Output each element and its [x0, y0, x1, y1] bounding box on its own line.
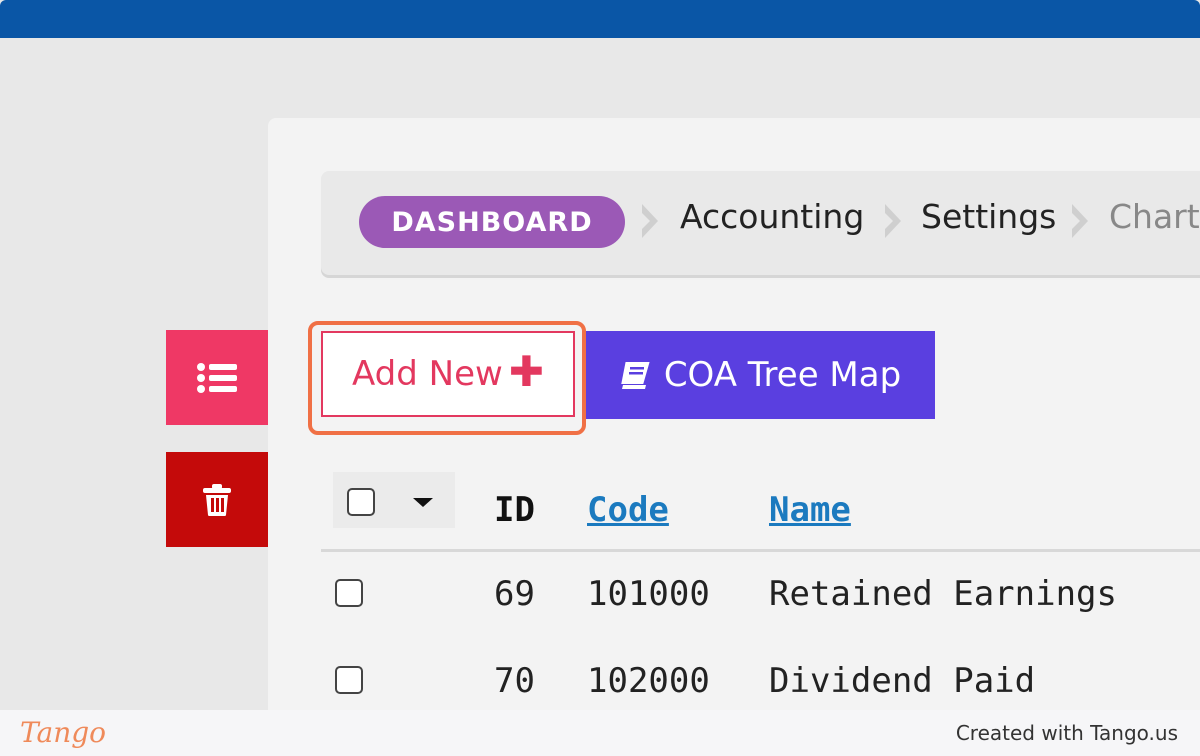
- add-new-button[interactable]: Add New ✚: [321, 331, 575, 417]
- list-icon: [197, 362, 237, 393]
- breadcrumb-item-chart[interactable]: Chart: [1109, 197, 1200, 236]
- column-header-code[interactable]: Code: [587, 490, 669, 530]
- plus-icon: ✚: [508, 347, 544, 396]
- breadcrumb-item-accounting[interactable]: Accounting: [680, 197, 864, 236]
- row-name: Retained Earnings: [769, 574, 1117, 614]
- column-header-id: ID: [494, 490, 535, 530]
- row-code: 102000: [587, 661, 710, 701]
- row-name: Dividend Paid: [769, 661, 1036, 701]
- breadcrumb-item-settings[interactable]: Settings: [921, 197, 1056, 236]
- row-code: 101000: [587, 574, 710, 614]
- breadcrumb-dashboard[interactable]: DASHBOARD: [359, 196, 625, 248]
- coa-tree-map-label: COA Tree Map: [663, 355, 902, 395]
- list-view-button[interactable]: [166, 330, 268, 425]
- add-new-label: Add New: [352, 354, 503, 394]
- app-header-bar: [0, 0, 1200, 38]
- coa-tree-map-button[interactable]: COA Tree Map: [586, 331, 935, 419]
- trash-icon: [203, 483, 231, 516]
- row-id: 70: [494, 661, 535, 701]
- column-header-name[interactable]: Name: [769, 490, 851, 530]
- delete-button[interactable]: [166, 452, 268, 547]
- caret-down-icon[interactable]: [413, 498, 433, 507]
- row-checkbox[interactable]: [335, 579, 363, 607]
- header-divider: [321, 549, 1200, 552]
- tango-footer: Tango Created with Tango.us: [0, 710, 1200, 756]
- breadcrumb: DASHBOARD Accounting Settings Chart: [321, 171, 1200, 275]
- book-icon: [621, 362, 650, 389]
- tango-logo: Tango: [20, 716, 107, 749]
- chevron-right-icon: [642, 204, 658, 238]
- chevron-right-icon: [885, 204, 901, 238]
- chevron-right-icon: [1072, 204, 1088, 238]
- created-with-text: Created with Tango.us: [955, 721, 1178, 745]
- select-all-checkbox[interactable]: [347, 488, 375, 516]
- row-checkbox[interactable]: [335, 666, 363, 694]
- row-id: 69: [494, 574, 535, 614]
